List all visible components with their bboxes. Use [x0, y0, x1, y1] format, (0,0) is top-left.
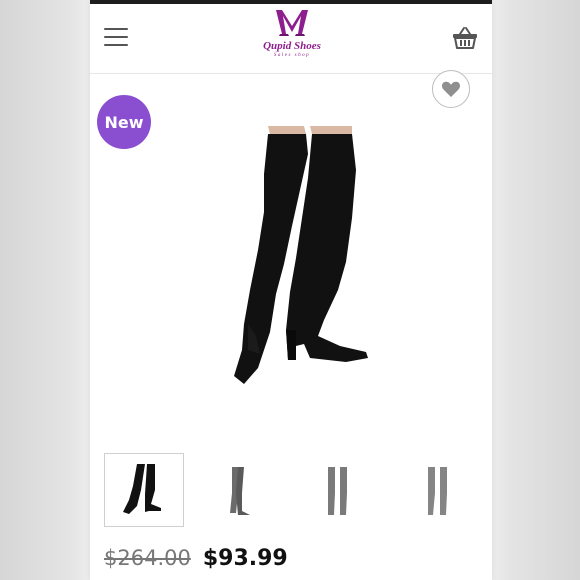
wishlist-button[interactable]	[432, 70, 470, 108]
thumbnail-boots-image	[428, 467, 447, 515]
original-price: $264.00	[104, 546, 191, 570]
thumbnail-boots-image	[328, 467, 347, 515]
brand-tagline: Sales shop	[273, 53, 311, 58]
shopping-basket-icon	[453, 27, 477, 49]
brand-logo[interactable]: Qupid Shoes Sales shop	[252, 8, 332, 72]
cart-button[interactable]	[452, 26, 478, 50]
thumbnail[interactable]	[104, 453, 184, 527]
sale-price: $93.99	[202, 546, 288, 571]
menu-bar-icon	[104, 28, 128, 30]
new-badge: New	[97, 95, 151, 149]
thumbnail-boots-image	[123, 464, 161, 514]
menu-bar-icon	[104, 36, 128, 38]
thumbnail-strip	[90, 450, 492, 530]
phone-screen: Qupid Shoes Sales shop New $264.00 $93.9…	[90, 0, 492, 580]
heels-logo-icon	[276, 10, 308, 36]
product-main-image[interactable]	[160, 118, 380, 398]
heart-icon	[441, 81, 461, 97]
site-header: Qupid Shoes Sales shop	[90, 4, 492, 74]
menu-bar-icon	[104, 44, 128, 46]
thumbnail-boots-image	[230, 467, 250, 515]
price-row: $264.00 $93.99	[104, 546, 288, 576]
thumbnail[interactable]	[202, 453, 282, 527]
thumbnail[interactable]	[300, 453, 380, 527]
brand-name: Qupid Shoes	[263, 40, 321, 52]
menu-button[interactable]	[104, 28, 128, 50]
thumbnail[interactable]	[398, 453, 478, 527]
